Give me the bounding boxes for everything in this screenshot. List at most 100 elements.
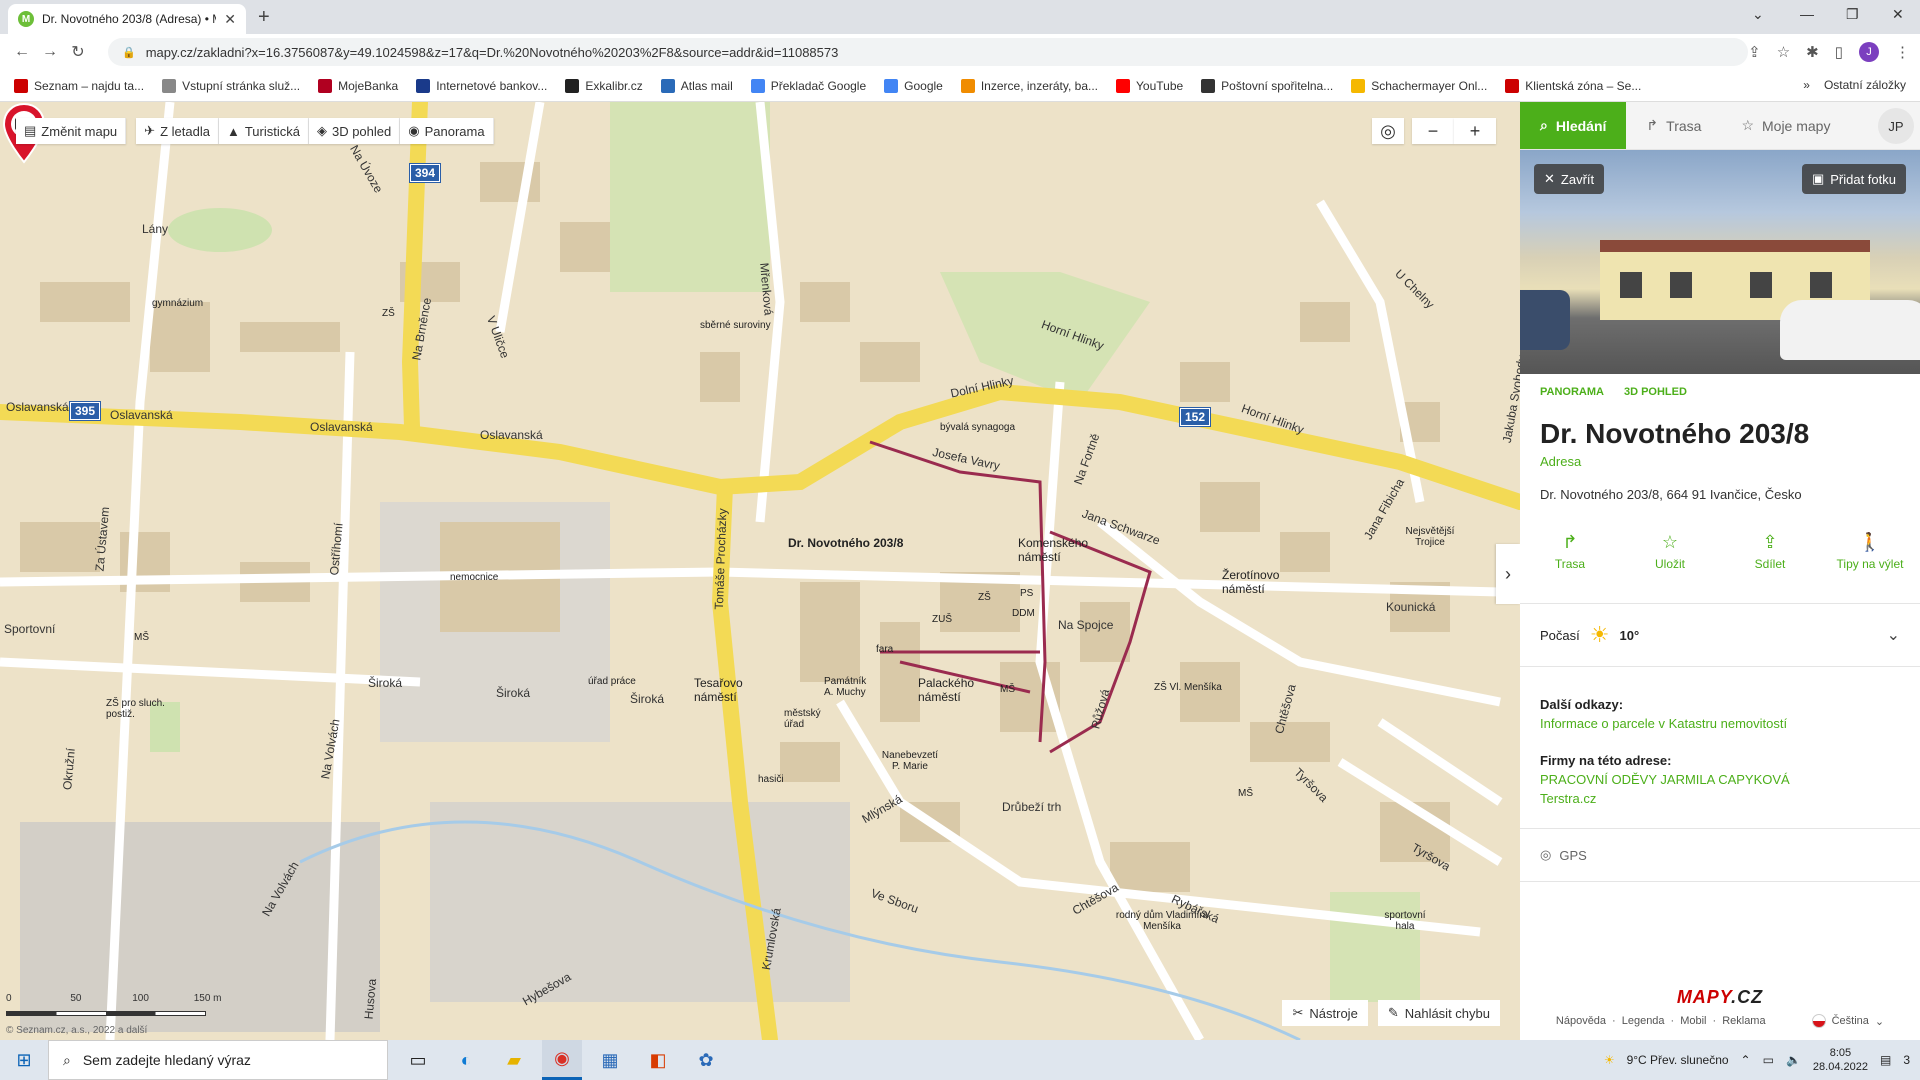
panel-toggle-button[interactable]: › — [1496, 544, 1520, 604]
browser-tab[interactable]: M Dr. Novotného 203/8 (Adresa) • M ✕ — [8, 4, 246, 34]
bookmark-item[interactable]: Překladač Google — [750, 78, 866, 93]
footer-link-mobile[interactable]: Mobil — [1680, 1015, 1706, 1027]
tab-my-maps[interactable]: ☆ Moje mapy — [1721, 102, 1850, 149]
panorama-link[interactable]: PANORAMA — [1540, 386, 1604, 398]
new-tab-icon[interactable]: + — [258, 6, 270, 29]
calculator-icon[interactable]: ▦ — [590, 1040, 630, 1080]
poi-label: nemocnice — [450, 572, 499, 583]
route-action-button[interactable]: ↱ Trasa — [1535, 532, 1605, 571]
poi-label: rodný dům Vladimíra Menšíka — [1115, 910, 1209, 932]
edge-icon[interactable]: ◐ — [446, 1040, 486, 1080]
language-select[interactable]: Čeština — [1832, 1015, 1869, 1027]
office-icon[interactable]: ◧ — [638, 1040, 678, 1080]
forward-icon[interactable]: → — [36, 43, 64, 61]
footer-link-ads[interactable]: Reklama — [1722, 1015, 1765, 1027]
tab-search[interactable]: ⌕ Hledání — [1520, 102, 1627, 149]
star-icon: ☆ — [1741, 117, 1754, 133]
bookmark-star-icon[interactable]: ☆ — [1777, 43, 1790, 61]
chevron-down-icon[interactable]: ⌄ — [1887, 625, 1900, 645]
window-close-icon[interactable]: ✕ — [1892, 6, 1904, 23]
panorama-photo[interactable]: ✕ Zavřít ▣ Přidat fotku — [1520, 150, 1920, 374]
taskbar-weather[interactable]: 9°C Přev. slunečno — [1627, 1053, 1729, 1067]
file-explorer-icon[interactable]: ▰ — [494, 1040, 534, 1080]
share-page-icon[interactable]: ⇪ — [1748, 43, 1761, 61]
bookmark-favicon-icon — [1505, 78, 1520, 93]
tab-search-icon[interactable]: ⌄ — [1752, 6, 1764, 23]
close-label: Zavřít — [1560, 171, 1595, 187]
app-icon[interactable]: ✿ — [686, 1040, 726, 1080]
bookmark-item[interactable]: Klientská zóna – Se... — [1505, 78, 1641, 93]
view3d-button[interactable]: ◈ 3D pohled — [308, 118, 401, 144]
tools-button[interactable]: ✂ Nástroje — [1282, 1000, 1368, 1026]
sidepanel-icon[interactable]: ▯ — [1835, 43, 1843, 61]
bookmark-item[interactable]: Exkalibr.cz — [565, 78, 643, 93]
bookmark-favicon-icon — [1116, 78, 1131, 93]
firm-link[interactable]: Terstra.cz — [1540, 791, 1900, 806]
firm-link[interactable]: PRACOVNÍ ODĚVY JARMILA CAPYKOVÁ — [1540, 772, 1900, 787]
other-bookmarks-folder[interactable]: Ostatní záložky — [1824, 78, 1906, 92]
panorama-label: Panorama — [424, 123, 485, 139]
weather-row[interactable]: Počasí ☀ 10° ⌄ — [1520, 604, 1920, 667]
taskbar-search-input[interactable]: ⌕ Sem zadejte hledaný výraz — [48, 1040, 388, 1080]
bookmark-item[interactable]: Internetové bankov... — [416, 78, 547, 93]
add-photo-button[interactable]: ▣ Přidat fotku — [1801, 164, 1906, 194]
trip-tips-action-button[interactable]: 🚶 Tipy na výlet — [1835, 532, 1905, 571]
change-map-button[interactable]: ▤ Změnit mapu — [16, 118, 127, 144]
zoom-in-button[interactable]: + — [1454, 118, 1496, 144]
bookmark-item[interactable]: MojeBanka — [318, 78, 398, 93]
volume-icon[interactable]: 🔈 — [1786, 1053, 1801, 1067]
place-actions: ↱ Trasa ☆ Uložit ⇪ Sdílet 🚶 Tipy na výlet — [1520, 532, 1920, 604]
network-icon[interactable]: ▭ — [1763, 1053, 1774, 1067]
reload-icon[interactable]: ↻ — [64, 42, 92, 62]
map-toolbar: ▤ Změnit mapu ✈ Z letadla ▲ Turistická ◈ 3D … — [16, 118, 494, 144]
bookmark-item[interactable]: Schachermayer Onl... — [1351, 78, 1487, 93]
bookmark-item[interactable]: Seznam – najdu ta... — [14, 78, 144, 93]
extensions-icon[interactable]: ✱ — [1806, 43, 1819, 61]
bookmark-label: Poštovní spořitelna... — [1221, 78, 1334, 93]
bookmarks-more-button[interactable]: » — [1803, 78, 1810, 92]
chevron-up-icon[interactable]: ⌃ — [1741, 1053, 1751, 1067]
report-error-button[interactable]: ✎ Nahlásit chybu — [1377, 1000, 1500, 1026]
chrome-icon[interactable]: ◉ — [542, 1040, 582, 1080]
panorama-button[interactable]: ◉ Panorama — [400, 118, 494, 144]
task-view-icon[interactable]: ▭ — [398, 1040, 438, 1080]
share-action-button[interactable]: ⇪ Sdílet — [1735, 532, 1805, 571]
aerial-button[interactable]: ✈ Z letadla — [136, 118, 219, 144]
minimize-icon[interactable]: — — [1800, 6, 1814, 22]
user-avatar[interactable]: JP — [1878, 108, 1914, 144]
copyright: © Seznam.cz, a.s., 2022 a další — [6, 1025, 148, 1036]
footer-link-help[interactable]: Nápověda — [1556, 1015, 1606, 1027]
menu-icon[interactable]: ⋮ — [1895, 43, 1910, 61]
close-button[interactable]: ✕ Zavřít — [1534, 164, 1605, 194]
footer-link-legend[interactable]: Legenda — [1622, 1015, 1665, 1027]
view3d-link[interactable]: 3D POHLED — [1624, 386, 1687, 398]
map-canvas[interactable]: 394 395 152 Oslavanská Oslavanská Oslava… — [0, 102, 1520, 1040]
zoom-out-button[interactable]: − — [1412, 118, 1454, 144]
bookmark-item[interactable]: Vstupní stránka služ... — [162, 78, 300, 93]
place-type[interactable]: Adresa — [1540, 454, 1900, 469]
url-input[interactable]: 🔒 mapy.cz/zakladni?x=16.3756087&y=49.102… — [108, 38, 1748, 66]
bookmark-item[interactable]: Google — [884, 78, 943, 93]
bookmark-item[interactable]: Poštovní spořitelna... — [1201, 78, 1334, 93]
profile-avatar[interactable]: J — [1859, 42, 1879, 62]
eye-icon: ◉ — [408, 123, 420, 138]
tab-close-icon[interactable]: ✕ — [224, 11, 236, 28]
notifications-icon[interactable]: ▤ — [1880, 1053, 1891, 1067]
bookmark-item[interactable]: Atlas mail — [660, 78, 733, 93]
gps-row[interactable]: ◎ GPS — [1520, 828, 1920, 882]
tab-route[interactable]: ↱ Trasa — [1626, 102, 1721, 149]
street-label: Na Spojce — [1058, 618, 1114, 632]
square-label: Tesařovo náměstí — [694, 676, 743, 704]
back-icon[interactable]: ← — [8, 43, 36, 61]
locate-me-button[interactable]: ◎ — [1372, 118, 1404, 144]
start-button[interactable]: ⊞ — [0, 1050, 48, 1071]
poi-label: bývalá synagoga — [940, 422, 1016, 433]
tourist-button[interactable]: ▲ Turistická — [218, 118, 309, 144]
clock[interactable]: 8:05 28.04.2022 — [1813, 1046, 1868, 1074]
bookmark-item[interactable]: Inzerce, inzeráty, ba... — [960, 78, 1098, 93]
taskbar-search-placeholder: Sem zadejte hledaný výraz — [82, 1052, 251, 1068]
cadastre-link[interactable]: Informace o parcele v Katastru nemovitos… — [1540, 716, 1900, 731]
save-action-button[interactable]: ☆ Uložit — [1635, 532, 1705, 571]
restore-icon[interactable]: ❐ — [1846, 6, 1859, 23]
bookmark-item[interactable]: YouTube — [1116, 78, 1183, 93]
